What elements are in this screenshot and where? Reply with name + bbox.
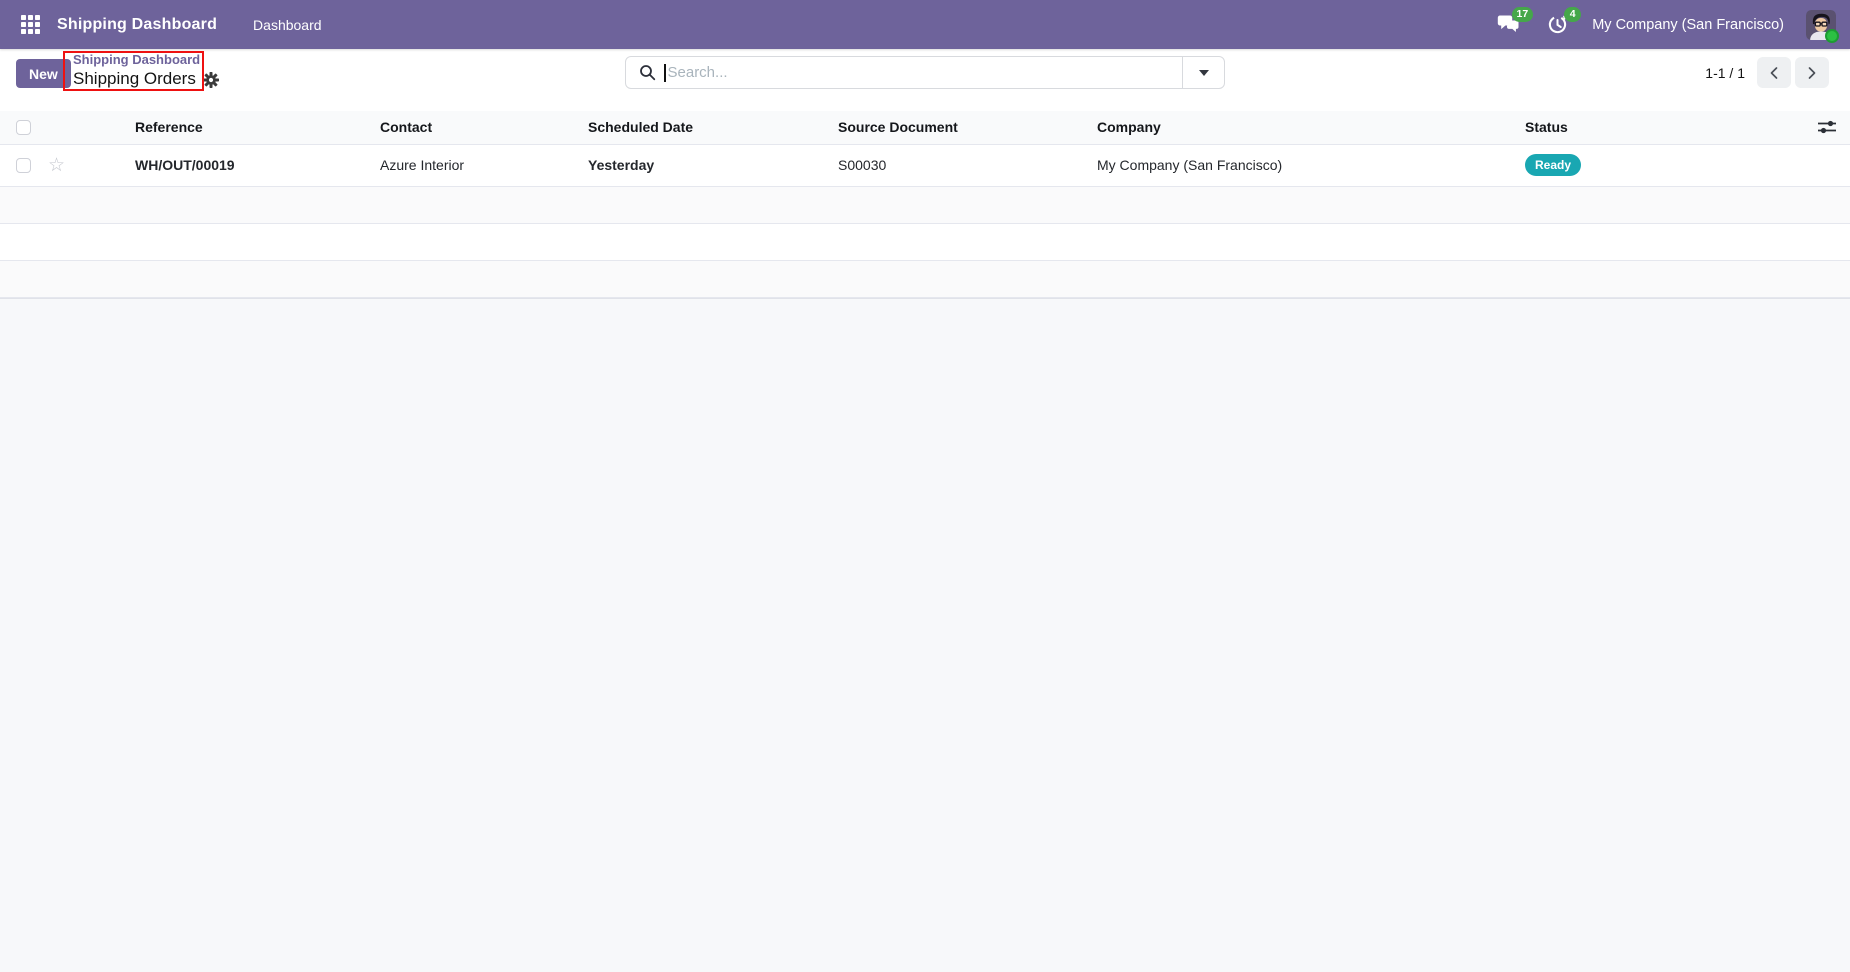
gear-icon [202,71,219,88]
activities-button[interactable]: 4 [1544,6,1582,37]
search-options-toggle[interactable] [1182,57,1224,88]
actions-gear-button[interactable] [202,71,219,88]
chevron-right-icon [1808,66,1816,79]
cell-status[interactable]: Ready [1525,144,1850,187]
pager-range[interactable]: 1-1 / 1 [1705,65,1745,81]
search-icon [639,64,656,81]
control-panel: New Shipping Dashboard Shipping Orders S… [0,49,1850,111]
activities-count-badge: 4 [1564,6,1582,22]
search-input[interactable] [665,64,1182,81]
breadcrumb: Shipping Dashboard Shipping Orders [73,52,219,90]
online-status-dot [1825,28,1839,43]
breadcrumb-parent-link[interactable]: Shipping Dashboard [73,52,219,68]
pager-previous-button[interactable] [1757,57,1791,88]
column-header-company[interactable]: Company [1097,111,1525,145]
column-header-status[interactable]: Status [1525,111,1850,145]
company-switcher[interactable]: My Company (San Francisco) [1592,17,1784,33]
table-row[interactable]: ☆ WH/OUT/00019 Azure Interior Yesterday … [0,144,1850,187]
column-header-contact[interactable]: Contact [380,111,588,145]
messages-button[interactable]: 17 [1496,6,1534,37]
menu-dashboard[interactable]: Dashboard [245,11,330,39]
column-header-reference[interactable]: Reference [135,111,380,145]
content-background [0,298,1850,972]
apps-menu-icon[interactable] [17,12,43,38]
column-header-scheduled-date[interactable]: Scheduled Date [588,111,838,145]
filler-row [0,186,1850,224]
page-title: Shipping Orders [73,69,196,89]
top-navbar: Shipping Dashboard Dashboard 17 4 My Com… [0,0,1850,49]
grid-icon [20,15,40,34]
favorite-star-icon[interactable]: ☆ [40,155,65,176]
user-menu[interactable] [1806,9,1839,43]
chevron-down-icon [1198,69,1209,76]
messages-count-badge: 17 [1511,6,1534,22]
sliders-icon [1818,121,1836,134]
cell-contact[interactable]: Azure Interior [380,144,588,187]
search-bar [625,56,1225,89]
pager: 1-1 / 1 [1705,57,1829,88]
row-checkbox[interactable] [16,157,31,173]
cell-company[interactable]: My Company (San Francisco) [1097,144,1525,187]
cell-scheduled-date[interactable]: Yesterday [588,144,838,187]
pager-next-button[interactable] [1795,57,1829,88]
app-title[interactable]: Shipping Dashboard [57,16,217,34]
chevron-left-icon [1770,66,1778,79]
select-all-checkbox[interactable] [16,119,31,135]
column-header-source-document[interactable]: Source Document [838,111,1097,145]
cell-source-document[interactable]: S00030 [838,144,1097,187]
filler-row [0,260,1850,298]
list-view: Reference Contact Scheduled Date Source … [0,111,1850,298]
cell-reference[interactable]: WH/OUT/00019 [135,144,380,187]
optional-columns-button[interactable] [1817,119,1837,135]
filler-row [0,223,1850,261]
status-badge: Ready [1525,154,1582,176]
table-header-row: Reference Contact Scheduled Date Source … [0,111,1850,145]
navbar-left: Shipping Dashboard Dashboard [0,11,330,39]
new-button[interactable]: New [16,59,71,88]
systray: 17 4 My Company (San Francisco) [1496,6,1850,43]
